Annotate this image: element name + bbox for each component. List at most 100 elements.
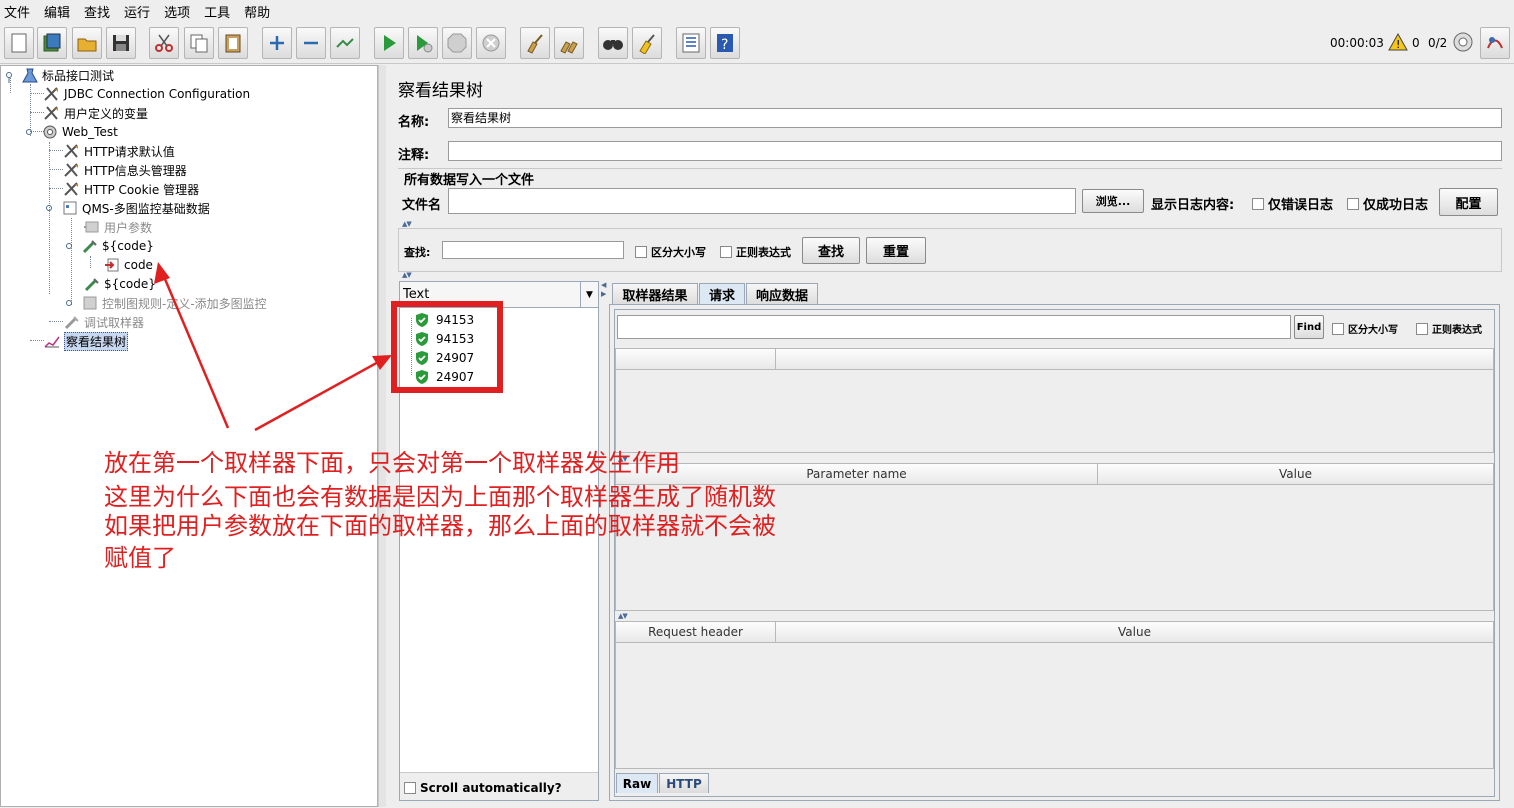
split-divider[interactable] xyxy=(378,65,386,807)
expand-handle-icon[interactable] xyxy=(65,295,75,311)
new-button[interactable] xyxy=(4,27,34,59)
split-arrows-icon[interactable]: ▲▼ xyxy=(402,271,412,279)
tree-node-view-results[interactable]: 察看结果树 xyxy=(43,331,129,351)
menu-help[interactable]: 帮助 xyxy=(244,2,270,21)
split-arrows-icon[interactable]: ▲▼ xyxy=(402,220,412,228)
checkbox-box[interactable] xyxy=(635,246,647,258)
comment-field[interactable] xyxy=(448,141,1502,161)
copy-button[interactable] xyxy=(184,27,214,59)
log-icon xyxy=(1487,37,1503,49)
scroll-auto-checkbox[interactable]: Scroll automatically? xyxy=(404,781,562,795)
open-folder-icon xyxy=(77,38,97,52)
expand-button[interactable] xyxy=(262,27,292,59)
tree-node-code-child[interactable]: code xyxy=(103,256,153,274)
log-viewer-button[interactable] xyxy=(1480,27,1510,59)
menu-tools[interactable]: 工具 xyxy=(204,2,230,21)
tree-node-code-sampler-1[interactable]: ${code} xyxy=(65,237,154,255)
tab-http[interactable]: HTTP xyxy=(659,773,709,793)
view-results-panel: 察看结果树 名称: 察看结果树 注释: 所有数据写入一个文件 文件名 浏览...… xyxy=(386,65,1514,807)
success-only-checkbox[interactable]: 仅成功日志 xyxy=(1347,194,1428,213)
checkbox-box[interactable] xyxy=(1347,197,1359,210)
expand-handle-icon[interactable] xyxy=(45,200,55,216)
help-button[interactable]: ? xyxy=(710,27,740,59)
open-button[interactable] xyxy=(72,27,102,59)
tree-node-control-rule[interactable]: 控制图规则-定义-添加多图监控 xyxy=(65,294,267,312)
function-helper-button[interactable] xyxy=(676,27,706,59)
tab-request[interactable]: 请求 xyxy=(699,283,745,305)
toggle-button[interactable] xyxy=(330,27,360,59)
clear-all-button[interactable] xyxy=(554,27,584,59)
reset-button[interactable]: 重置 xyxy=(866,237,926,264)
menu-run[interactable]: 运行 xyxy=(124,2,150,21)
split-arrows-icon[interactable]: ▲▼ xyxy=(618,612,628,620)
case-sensitive-label: 区分大小写 xyxy=(651,246,706,259)
expand-handle-icon[interactable] xyxy=(25,124,35,140)
search-button[interactable] xyxy=(598,27,628,59)
menu-file[interactable]: 文件 xyxy=(4,2,30,21)
menu-edit[interactable]: 编辑 xyxy=(44,2,70,21)
filename-field[interactable] xyxy=(448,188,1076,214)
request-value-header[interactable]: Value xyxy=(775,621,1494,643)
checkbox-box[interactable] xyxy=(1252,197,1264,210)
collapse-button[interactable] xyxy=(296,27,326,59)
tree-node-code-sampler-2[interactable]: ${code} xyxy=(83,275,156,293)
find-button[interactable]: 查找 xyxy=(802,237,860,264)
tab-raw[interactable]: Raw xyxy=(616,773,658,793)
tree-node-http-header[interactable]: HTTP信息头管理器 xyxy=(63,161,187,179)
checkbox-box[interactable] xyxy=(404,782,416,794)
tree-label-code-child: code xyxy=(124,258,153,272)
menu-search[interactable]: 查找 xyxy=(84,2,110,21)
templates-button[interactable] xyxy=(37,27,67,59)
errors-only-checkbox[interactable]: 仅错误日志 xyxy=(1252,194,1333,213)
case-sensitive-checkbox[interactable]: 区分大小写 xyxy=(635,244,706,260)
browse-button[interactable]: 浏览... xyxy=(1082,189,1144,213)
tree-label-user-vars: 用户定义的变量 xyxy=(64,106,149,121)
tree-node-debug-sampler[interactable]: 调试取样器 xyxy=(63,313,144,331)
chevron-down-icon[interactable]: ▼ xyxy=(580,282,598,307)
stop-button[interactable] xyxy=(442,27,472,59)
shutdown-button[interactable] xyxy=(476,27,506,59)
tree-label-control-rule: 控制图规则-定义-添加多图监控 xyxy=(102,296,267,311)
start-button[interactable] xyxy=(374,27,404,59)
disabled-controller-icon xyxy=(83,296,97,310)
reset-search-button[interactable] xyxy=(632,27,662,59)
checkbox-box[interactable] xyxy=(720,246,732,258)
request-find-button[interactable]: Find xyxy=(1294,315,1324,339)
tree-node-qms[interactable]: QMS-多图监控基础数据 xyxy=(45,199,210,217)
request-find-field[interactable] xyxy=(617,315,1291,339)
checkbox-box[interactable] xyxy=(1416,322,1428,335)
tab-response-data[interactable]: 响应数据 xyxy=(746,283,818,305)
checkbox-box[interactable] xyxy=(1332,322,1344,335)
expand-handle-icon[interactable] xyxy=(5,67,15,83)
save-button[interactable] xyxy=(106,27,136,59)
tree-node-jdbc[interactable]: JDBC Connection Configuration xyxy=(43,85,250,103)
config-wrench-icon xyxy=(44,87,58,101)
configure-button[interactable]: 配置 xyxy=(1439,188,1498,216)
tree-node-user-params[interactable]: 用户参数 xyxy=(83,218,152,236)
tree-label-qms: QMS-多图监控基础数据 xyxy=(82,201,210,216)
expand-handle-icon[interactable] xyxy=(65,238,75,254)
param-value-header[interactable]: Value xyxy=(1097,463,1494,485)
tree-node-http-cookie[interactable]: HTTP Cookie 管理器 xyxy=(63,180,199,198)
log-content-label: 显示日志内容: xyxy=(1151,198,1235,213)
remote-status-icon xyxy=(1453,32,1473,52)
clear-button[interactable] xyxy=(520,27,550,59)
test-plan-tree[interactable]: 标品接口测试 JDBC Connection Configuration 用户定… xyxy=(0,65,378,807)
start-no-pause-button[interactable] xyxy=(408,27,438,59)
request-regex-checkbox[interactable]: 正则表达式 xyxy=(1416,321,1482,336)
request-case-checkbox[interactable]: 区分大小写 xyxy=(1332,321,1398,336)
tree-node-user-vars[interactable]: 用户定义的变量 xyxy=(43,104,148,122)
tree-node-test-plan[interactable]: 标品接口测试 xyxy=(5,66,114,84)
search-field[interactable] xyxy=(442,241,624,259)
tree-node-web-test[interactable]: Web_Test xyxy=(25,123,118,141)
templates-icon xyxy=(43,33,61,52)
paste-button[interactable] xyxy=(218,27,248,59)
menu-options[interactable]: 选项 xyxy=(164,2,190,21)
request-header-header[interactable]: Request header xyxy=(615,621,776,643)
regex-checkbox[interactable]: 正则表达式 xyxy=(720,244,791,260)
tab-sampler-result[interactable]: 取样器结果 xyxy=(612,283,698,305)
tree-node-http-defaults[interactable]: HTTP请求默认值 xyxy=(63,142,175,160)
cut-button[interactable] xyxy=(149,27,179,59)
name-field[interactable]: 察看结果树 xyxy=(448,108,1502,128)
warning-icon[interactable]: ! xyxy=(1388,32,1408,52)
